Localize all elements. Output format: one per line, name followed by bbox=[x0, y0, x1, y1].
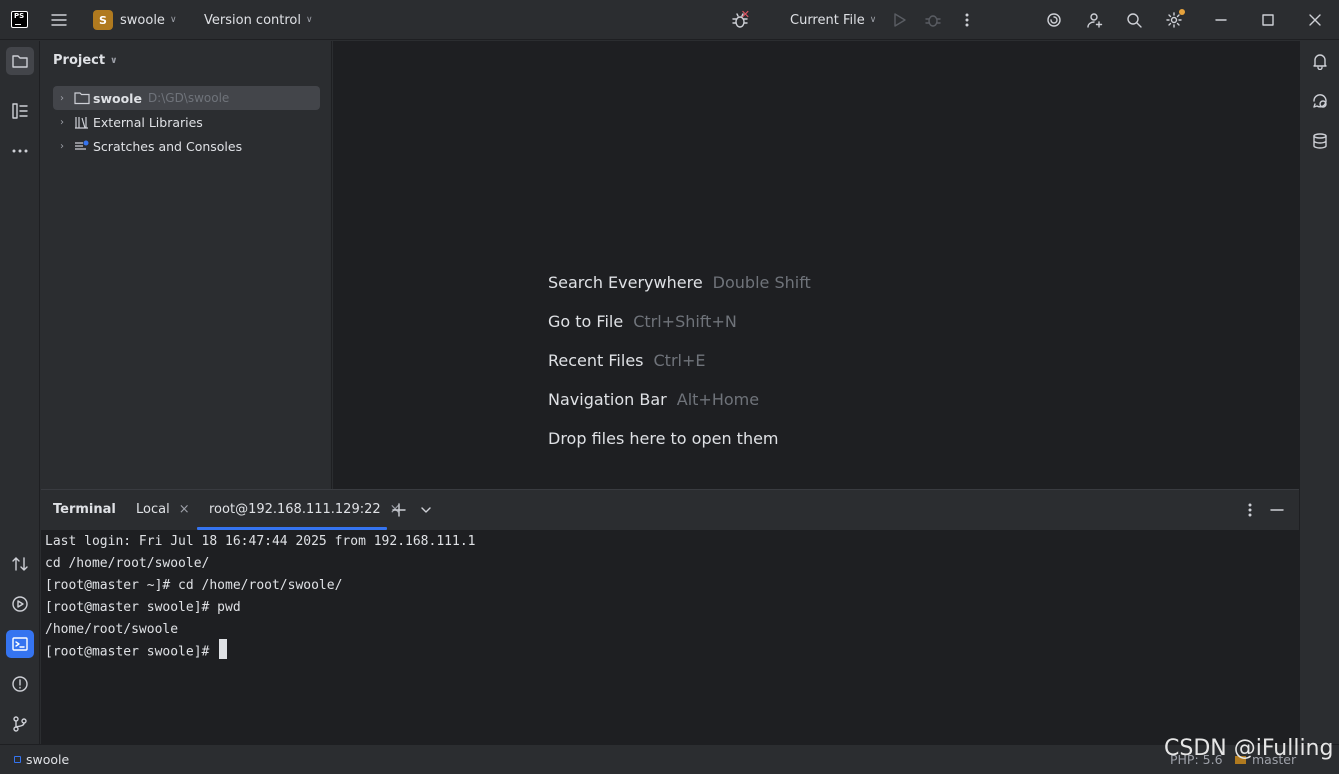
left-tool-strip bbox=[0, 41, 40, 744]
terminal-title: Terminal bbox=[53, 502, 116, 517]
debug-settings-icon[interactable]: ✕ bbox=[728, 8, 752, 32]
tree-item-label: Scratches and Consoles bbox=[93, 138, 243, 154]
terminal-line: [root@master ~]# cd /home/root/swoole/ bbox=[45, 578, 343, 593]
tree-item-swoole[interactable]: › swoole D:\GD\swoole bbox=[53, 86, 320, 110]
run-config-label: Current File bbox=[790, 12, 865, 28]
commit-tool-button[interactable] bbox=[6, 550, 34, 578]
ai-chat-button[interactable] bbox=[1306, 87, 1334, 115]
hint-navigation-bar: Navigation Bar Alt+Home bbox=[548, 390, 760, 409]
hint-search-everywhere: Search Everywhere Double Shift bbox=[548, 273, 811, 292]
module-icon bbox=[14, 756, 21, 763]
status-project-breadcrumb[interactable]: swoole bbox=[14, 752, 69, 767]
add-user-icon[interactable] bbox=[1083, 8, 1107, 32]
structure-tool-button[interactable] bbox=[6, 97, 34, 125]
tab-ssh-session[interactable]: root@192.168.111.129:22 × bbox=[209, 502, 401, 517]
maximize-icon[interactable] bbox=[1256, 8, 1280, 32]
database-icon bbox=[1313, 133, 1327, 149]
tree-item-path: D:\GD\swoole bbox=[147, 91, 230, 105]
transfer-icon bbox=[12, 557, 28, 571]
settings-gear-icon[interactable] bbox=[1162, 8, 1186, 32]
tab-options-chevron-down-icon[interactable] bbox=[414, 498, 438, 522]
hint-go-to-file: Go to File Ctrl+Shift+N bbox=[548, 312, 737, 331]
project-tool-button[interactable] bbox=[6, 47, 34, 75]
library-icon bbox=[74, 115, 90, 129]
title-bar: PS S swoole ∨ Version control ∨ ✕ Curren… bbox=[0, 0, 1339, 40]
terminal-line: cd /home/root/swoole/ bbox=[45, 556, 210, 571]
more-horizontal-icon bbox=[12, 149, 28, 153]
tree-item-label: swoole bbox=[93, 90, 142, 106]
terminal-line: [root@master swoole]# pwd bbox=[45, 600, 241, 615]
problems-tool-button[interactable] bbox=[6, 670, 34, 698]
terminal-line: Last login: Fri Jul 18 16:47:44 2025 fro… bbox=[45, 534, 476, 549]
search-icon[interactable] bbox=[1122, 8, 1146, 32]
folder-icon bbox=[12, 55, 28, 68]
run-icon[interactable] bbox=[887, 8, 911, 32]
folder-icon bbox=[74, 91, 90, 105]
structure-icon bbox=[12, 103, 28, 119]
active-tab-indicator bbox=[197, 527, 387, 530]
git-tool-button[interactable] bbox=[6, 710, 34, 738]
terminal-tool-button[interactable] bbox=[6, 630, 34, 658]
project-selector[interactable]: S swoole ∨ bbox=[93, 0, 177, 40]
hint-drop-files: Drop files here to open them bbox=[548, 429, 779, 448]
chevron-down-icon: ∨ bbox=[869, 15, 877, 25]
chevron-down-icon: ∨ bbox=[306, 15, 313, 25]
new-tab-plus-icon[interactable] bbox=[387, 498, 411, 522]
git-branch-icon bbox=[13, 716, 27, 732]
terminal-options-icon[interactable] bbox=[1238, 498, 1262, 522]
terminal-tab-bar: Terminal Local × root@192.168.111.129:22… bbox=[41, 490, 1299, 530]
chevron-down-icon: ∨ bbox=[169, 15, 177, 25]
right-tool-strip bbox=[1299, 41, 1339, 744]
tab-local[interactable]: Local × bbox=[136, 502, 190, 517]
hint-recent-files: Recent Files Ctrl+E bbox=[548, 351, 706, 370]
chevron-right-icon[interactable]: › bbox=[53, 117, 71, 128]
terminal-panel: Terminal Local × root@192.168.111.129:22… bbox=[41, 489, 1299, 744]
version-control-menu[interactable]: Version control ∨ bbox=[204, 0, 313, 40]
more-actions-icon[interactable] bbox=[955, 8, 979, 32]
services-tool-button[interactable] bbox=[6, 590, 34, 618]
problems-icon bbox=[12, 676, 28, 692]
terminal-prompt-line[interactable]: [root@master swoole]# bbox=[45, 639, 475, 667]
terminal-line: /home/root/swoole bbox=[45, 622, 179, 637]
debug-icon[interactable] bbox=[921, 8, 945, 32]
bell-icon bbox=[1313, 54, 1327, 70]
run-config-selector[interactable]: Current File ∨ bbox=[790, 0, 876, 40]
ai-chat-icon bbox=[1313, 94, 1327, 108]
tree-item-scratches[interactable]: › Scratches and Consoles bbox=[53, 134, 320, 158]
project-panel: Project ∨ › swoole D:\GD\swoole › Extern… bbox=[41, 41, 332, 489]
scratches-icon bbox=[74, 139, 90, 153]
terminal-output[interactable]: Last login: Fri Jul 18 16:47:44 2025 fro… bbox=[45, 535, 475, 667]
phpstorm-logo-icon[interactable]: PS bbox=[11, 11, 28, 28]
terminal-icon bbox=[12, 637, 28, 651]
minimize-icon[interactable] bbox=[1209, 8, 1233, 32]
main-menu-icon[interactable] bbox=[47, 8, 71, 32]
chevron-right-icon[interactable]: › bbox=[53, 93, 71, 104]
chevron-down-icon: ∨ bbox=[110, 55, 118, 66]
notifications-button[interactable] bbox=[1306, 47, 1334, 75]
close-tab-icon[interactable]: × bbox=[179, 502, 190, 517]
hide-panel-minus-icon[interactable] bbox=[1265, 498, 1289, 522]
tree-item-label: External Libraries bbox=[93, 114, 203, 130]
editor-area[interactable]: Search Everywhere Double Shift Go to File… bbox=[333, 41, 1299, 489]
close-icon[interactable] bbox=[1303, 8, 1327, 32]
tree-item-external-libraries[interactable]: › External Libraries bbox=[53, 110, 320, 134]
database-button[interactable] bbox=[1306, 127, 1334, 155]
project-badge: S bbox=[93, 10, 113, 30]
status-bar: swoole PHP: 5.6 master bbox=[0, 744, 1339, 774]
csdn-watermark: CSDN @iFulling bbox=[1164, 736, 1334, 761]
version-control-label: Version control bbox=[204, 12, 301, 28]
ai-assistant-icon[interactable] bbox=[1042, 8, 1066, 32]
services-icon bbox=[12, 596, 28, 612]
text-cursor bbox=[219, 639, 228, 659]
project-panel-title[interactable]: Project ∨ bbox=[53, 53, 117, 68]
chevron-right-icon[interactable]: › bbox=[53, 141, 71, 152]
more-tools-button[interactable] bbox=[6, 137, 34, 165]
project-name: swoole bbox=[120, 12, 165, 28]
